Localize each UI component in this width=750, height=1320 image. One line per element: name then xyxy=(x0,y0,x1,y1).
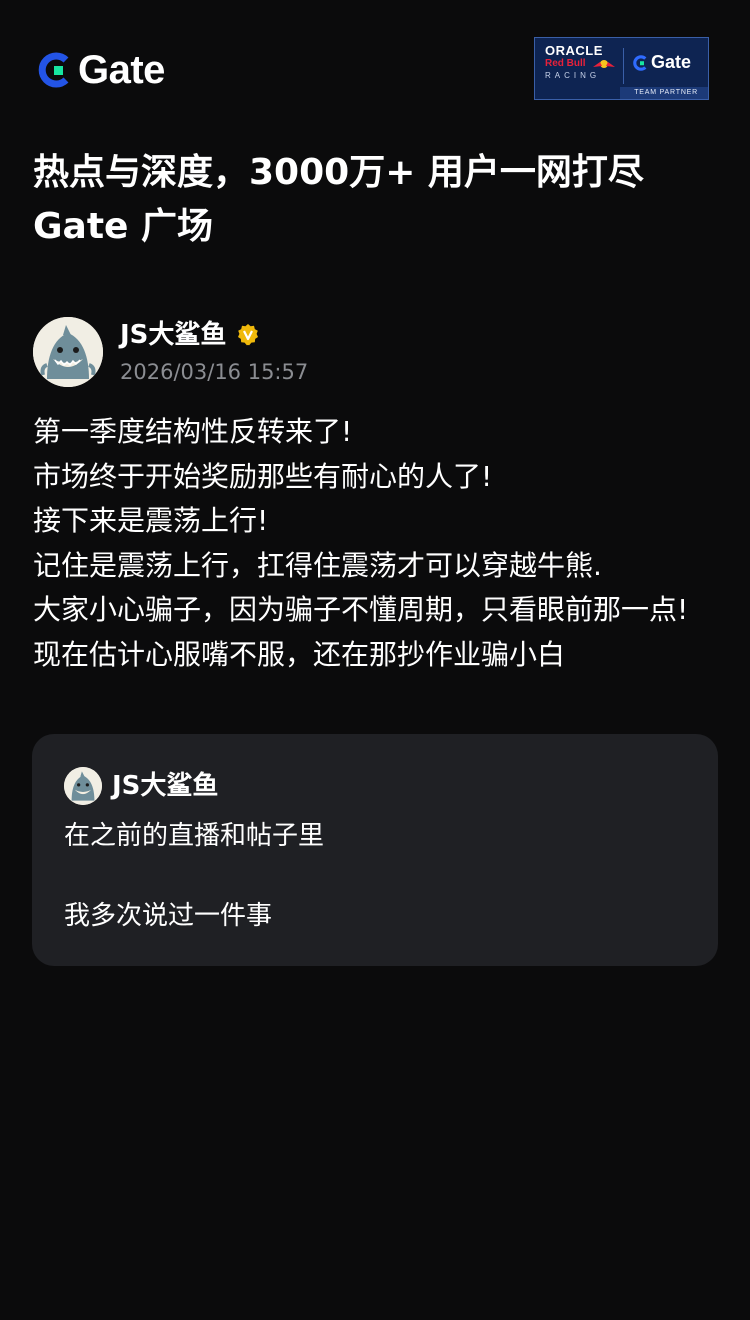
partner-gate-text: Gate xyxy=(651,52,692,72)
racing-wordmark: RACING xyxy=(545,71,601,80)
gate-logo-icon xyxy=(38,52,69,88)
badge-divider xyxy=(623,48,624,84)
quoted-author-name: JS大鲨鱼 xyxy=(112,771,219,801)
oracle-wordmark: ORACLE xyxy=(545,43,603,58)
red-bull-wordmark: Red Bull xyxy=(545,58,586,69)
post-line: 大家小心骗子，因为骗子不懂周期，只看眼前那一点! xyxy=(33,593,689,626)
team-partner-label: TEAM PARTNER xyxy=(620,87,708,99)
shark-avatar-icon xyxy=(64,767,102,805)
post-line: 接下来是震荡上行! xyxy=(33,504,269,537)
author-avatar[interactable] xyxy=(33,317,103,387)
post-line: 现在估计心服嘴不服，还在那抄作业骗小白 xyxy=(33,637,566,671)
partner-gate-logo: Gate xyxy=(632,52,691,73)
post-line: 第一季度结构性反转来了! xyxy=(33,415,353,448)
logo-text: Gate xyxy=(78,48,165,92)
quoted-post-text: 在之前的直播和帖子里 我多次说过一件事 xyxy=(64,816,684,936)
post-line: 记住是震荡上行，扛得住震荡才可以穿越牛熊. xyxy=(33,548,602,582)
headline-line-2: Gate 广场 xyxy=(33,206,214,247)
post-timestamp: 2026/03/16 15:57 xyxy=(120,360,309,384)
gate-logo-small-icon xyxy=(633,54,647,71)
author-name-row[interactable]: JS大鲨鱼 xyxy=(120,318,260,352)
post-body: 第一季度结构性反转来了! 市场终于开始奖励那些有耐心的人了! 接下来是震荡上行!… xyxy=(33,410,723,677)
quoted-paragraph-gap xyxy=(64,856,684,896)
page-headline: 热点与深度，3000万+ 用户一网打尽 Gate 广场 xyxy=(33,146,723,254)
quoted-post-card[interactable]: JS大鲨鱼 在之前的直播和帖子里 我多次说过一件事 xyxy=(32,734,718,966)
author-name[interactable]: JS大鲨鱼 xyxy=(120,318,226,352)
quoted-line-2: 我多次说过一件事 xyxy=(64,901,273,931)
quoted-line-1: 在之前的直播和帖子里 xyxy=(64,821,325,851)
gate-logo: Gate xyxy=(36,48,165,92)
quoted-author-avatar xyxy=(64,767,102,805)
verified-badge-icon xyxy=(238,324,259,346)
shark-avatar-icon xyxy=(33,317,103,387)
team-partner-badge: ORACLE Red Bull RACING Gate TEAM PARTNER xyxy=(534,37,709,100)
headline-line-1: 热点与深度，3000万+ 用户一网打尽 xyxy=(33,152,644,193)
red-bull-icon xyxy=(593,60,615,68)
post-line: 市场终于开始奖励那些有耐心的人了! xyxy=(33,459,493,493)
